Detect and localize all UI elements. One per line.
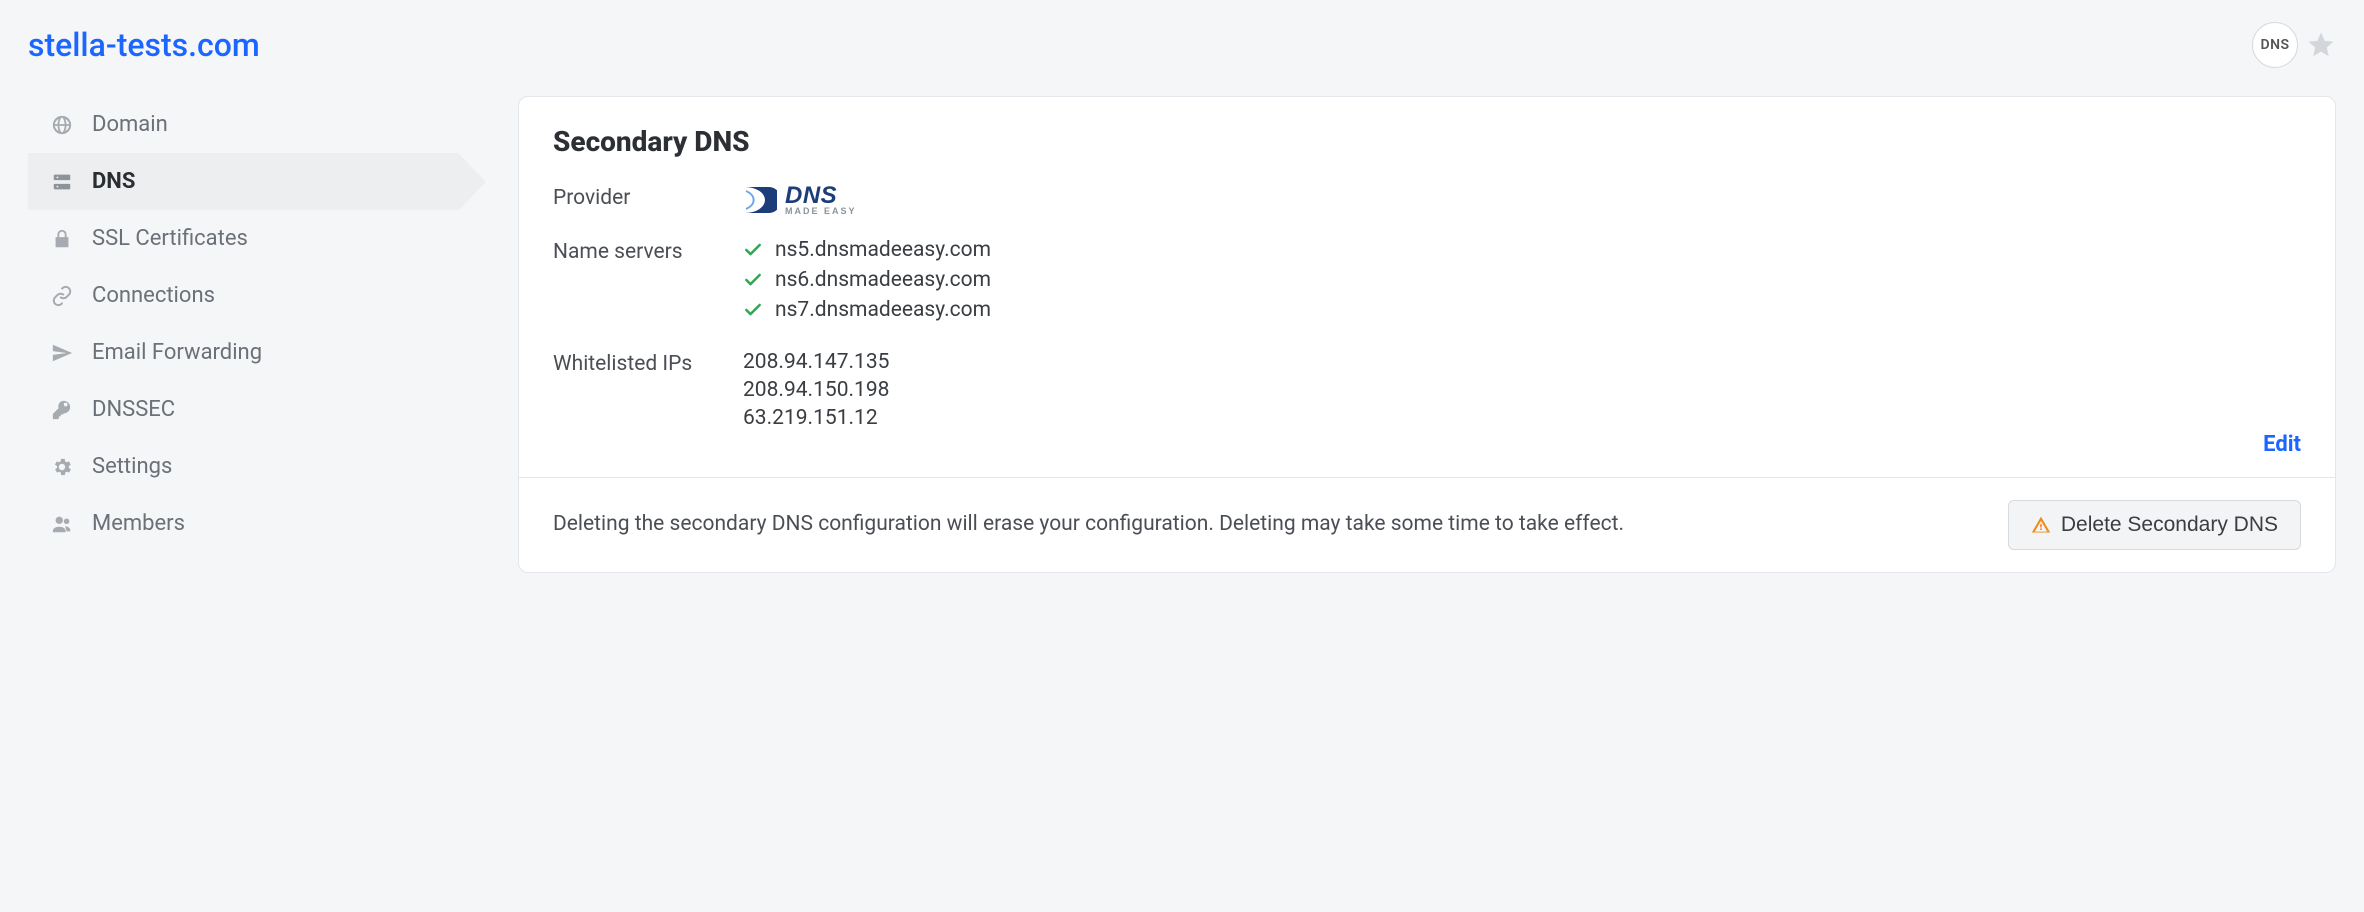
logo-text-sub: MADE EASY (785, 207, 857, 216)
whitelisted-ips-label: Whitelisted IPs (553, 350, 743, 376)
whitelisted-ip: 208.94.150.198 (743, 378, 2301, 402)
sidebar-label: Members (92, 511, 185, 536)
domain-title[interactable]: stella-tests.com (28, 26, 260, 64)
sidebar-item-domain[interactable]: Domain (28, 96, 458, 153)
delete-button-label: Delete Secondary DNS (2061, 513, 2278, 537)
dns-made-easy-logo: DNS MADE EASY (743, 184, 2301, 216)
nameserver-item: ns5.dnsmadeeasy.com (743, 238, 2301, 262)
link-icon (50, 285, 74, 307)
sidebar-label: Domain (92, 112, 168, 137)
sidebar-label: Settings (92, 454, 172, 479)
sidebar-item-connections[interactable]: Connections (28, 267, 458, 324)
provider-label: Provider (553, 184, 743, 210)
panel-title: Secondary DNS (553, 125, 2301, 158)
users-icon (50, 513, 74, 535)
check-icon (743, 240, 763, 260)
delete-secondary-dns-button[interactable]: Delete Secondary DNS (2008, 500, 2301, 550)
nameservers-list: ns5.dnsmadeeasy.com ns6.dnsmadeeasy.com … (743, 238, 2301, 328)
nameserver-value: ns7.dnsmadeeasy.com (775, 298, 991, 322)
sidebar-item-dns[interactable]: DNS (28, 153, 458, 210)
sidebar-item-members[interactable]: Members (28, 495, 458, 552)
dns-provider-badge[interactable]: DNS (2252, 22, 2298, 68)
lock-icon (50, 228, 74, 250)
whitelisted-ips-list: 208.94.147.135 208.94.150.198 63.219.151… (743, 350, 2301, 434)
sidebar-label: SSL Certificates (92, 226, 248, 251)
check-icon (743, 270, 763, 290)
nameserver-value: ns5.dnsmadeeasy.com (775, 238, 991, 262)
star-icon[interactable] (2306, 30, 2336, 60)
send-icon (50, 342, 74, 364)
sidebar-label: DNS (92, 169, 135, 194)
sidebar-item-ssl-certificates[interactable]: SSL Certificates (28, 210, 458, 267)
sidebar-label: Connections (92, 283, 215, 308)
nameserver-item: ns7.dnsmadeeasy.com (743, 298, 2301, 322)
sidebar-label: Email Forwarding (92, 340, 262, 365)
sidebar: Domain DNS SSL Certificates Connections (28, 96, 458, 552)
sidebar-item-email-forwarding[interactable]: Email Forwarding (28, 324, 458, 381)
delete-warning-text: Deleting the secondary DNS configuration… (553, 509, 1978, 541)
sidebar-item-dnssec[interactable]: DNSSEC (28, 381, 458, 438)
dns-made-easy-swoosh-icon (743, 185, 777, 215)
warning-icon (2031, 515, 2051, 535)
logo-text-main: DNS (785, 184, 857, 208)
key-icon (50, 399, 74, 421)
provider-value: DNS MADE EASY (743, 184, 2301, 216)
gear-icon (50, 456, 74, 478)
check-icon (743, 300, 763, 320)
nameservers-label: Name servers (553, 238, 743, 264)
whitelisted-ip: 208.94.147.135 (743, 350, 2301, 374)
nameserver-item: ns6.dnsmadeeasy.com (743, 268, 2301, 292)
edit-link[interactable]: Edit (2263, 432, 2301, 457)
sidebar-label: DNSSEC (92, 397, 175, 422)
globe-icon (50, 114, 74, 136)
nameserver-value: ns6.dnsmadeeasy.com (775, 268, 991, 292)
sidebar-item-settings[interactable]: Settings (28, 438, 458, 495)
secondary-dns-panel: Secondary DNS Provider DNS MADE EASY (518, 96, 2336, 573)
server-icon (50, 171, 74, 193)
whitelisted-ip: 63.219.151.12 (743, 406, 2301, 430)
